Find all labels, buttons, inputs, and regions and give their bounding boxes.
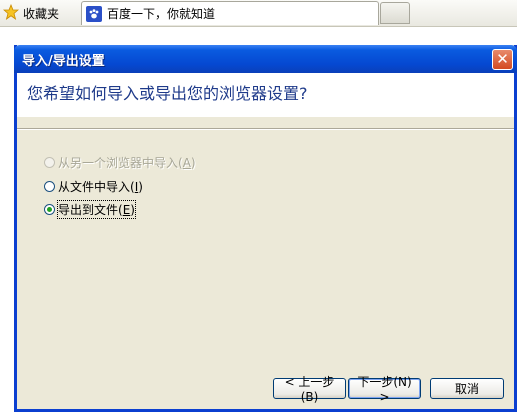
favorites-star-icon	[2, 3, 20, 23]
radio-import-from-browser[interactable]	[44, 156, 55, 168]
close-button[interactable]: ✕	[492, 49, 513, 70]
option-import-from-browser[interactable]: 从另一个浏览器中导入(A)	[44, 154, 196, 170]
browser-tab-baidu[interactable]: 百度一下，你就知道	[81, 1, 379, 25]
next-button[interactable]: 下一步(N) >	[348, 375, 421, 404]
option-import-from-file[interactable]: 从文件中导入(I)	[44, 178, 143, 194]
favorites-label: 收藏夹	[23, 6, 60, 21]
option-label: 从另一个浏览器中导入(A)	[58, 155, 196, 170]
radio-import-from-file[interactable]	[44, 180, 55, 192]
dialog-header: 您希望如何导入或导出您的浏览器设置?	[17, 73, 514, 117]
cancel-button[interactable]: 取消	[430, 378, 504, 399]
header-divider	[17, 128, 514, 130]
dialog-titlebar[interactable]: 导入/导出设置 ✕	[14, 45, 517, 73]
favorites-button[interactable]: 收藏夹	[2, 3, 73, 23]
browser-toolbar: 收藏夹 百度一下，你就知道	[0, 0, 517, 27]
close-icon: ✕	[496, 50, 509, 68]
option-label: 导出到文件(E)	[57, 199, 136, 219]
radio-selected-dot	[47, 206, 52, 212]
tab-title: 百度一下，你就知道	[107, 7, 216, 21]
baidu-paw-icon	[86, 5, 102, 22]
dialog-question: 您希望如何导入或导出您的浏览器设置?	[27, 84, 308, 103]
option-export-to-file[interactable]: 导出到文件(E)	[44, 199, 136, 219]
dialog-title: 导入/导出设置	[22, 53, 105, 69]
back-button[interactable]: < 上一步(B)	[273, 375, 346, 404]
option-label: 从文件中导入(I)	[58, 179, 143, 194]
new-tab-button[interactable]	[380, 2, 410, 24]
radio-export-to-file[interactable]	[44, 203, 55, 215]
